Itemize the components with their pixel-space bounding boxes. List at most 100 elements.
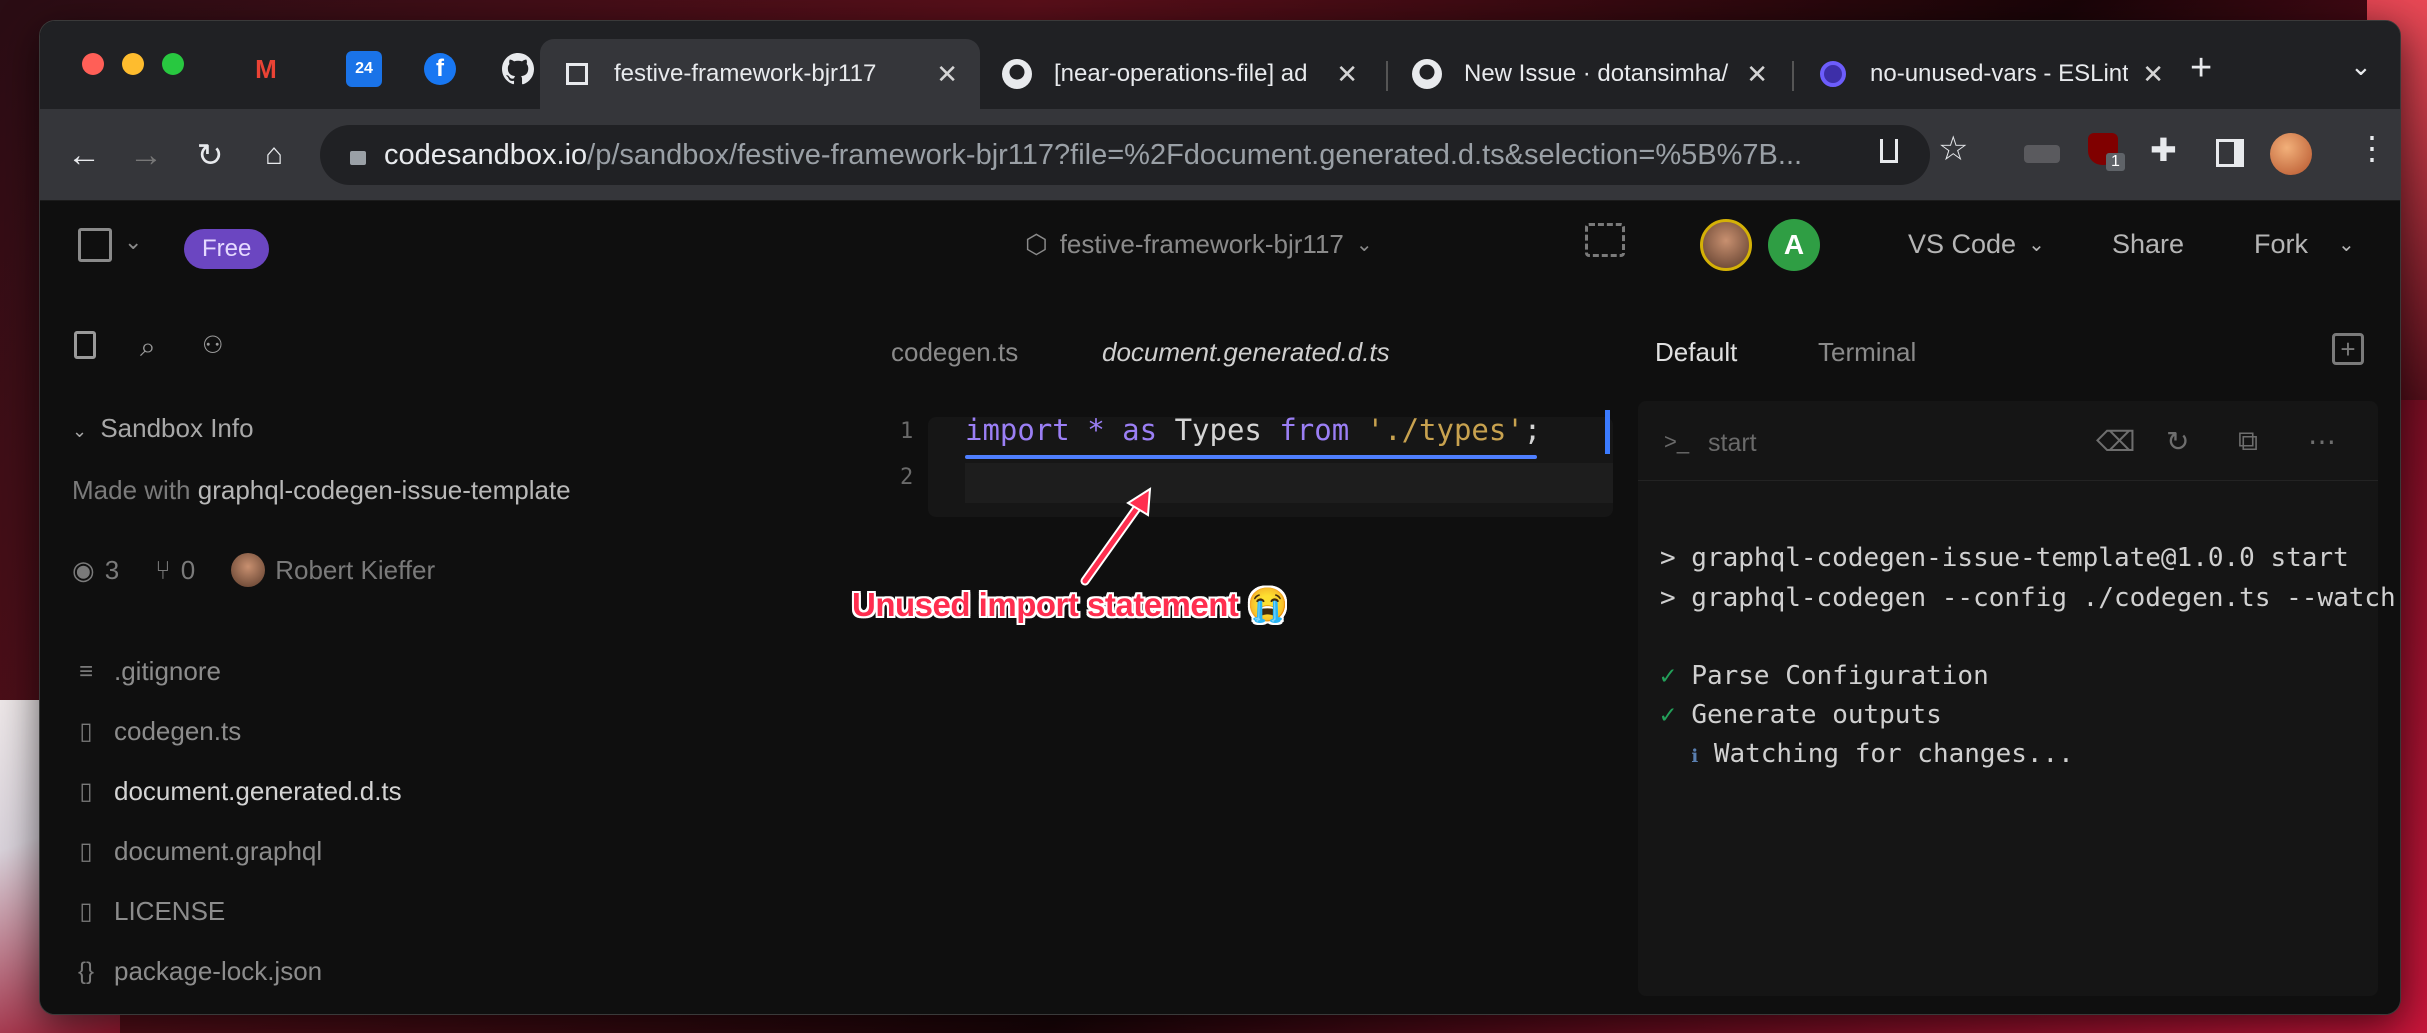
sandbox-name: festive-framework-bjr117 xyxy=(1059,229,1344,259)
editor-tab-document-generated[interactable]: document.generated.d.ts xyxy=(1102,337,1390,368)
minimize-window-button[interactable] xyxy=(122,53,144,75)
forward-button[interactable]: → xyxy=(122,131,170,179)
template-link[interactable]: graphql-codegen-issue-template xyxy=(198,475,571,505)
side-panel-icon[interactable] xyxy=(2216,139,2244,167)
github-icon xyxy=(502,53,534,85)
share-page-icon[interactable] xyxy=(1880,139,1898,163)
extensions-puzzle-icon[interactable]: ✚ xyxy=(2150,131,2177,169)
gmail-icon: M xyxy=(255,53,277,84)
panel-tab-default[interactable]: Default xyxy=(1655,337,1737,368)
tab-eslint[interactable]: no-unused-vars - ESLint ✕ xyxy=(1796,39,2186,109)
clear-icon[interactable]: ⌫ xyxy=(2096,425,2136,458)
tab-divider xyxy=(1792,61,1794,91)
close-tab-icon[interactable]: ✕ xyxy=(1336,59,1358,90)
terminal-text: Watching for changes... xyxy=(1713,739,2074,769)
keyword-import: import xyxy=(965,413,1070,447)
sandbox-info-section[interactable]: ⌄ Sandbox Info xyxy=(72,413,254,444)
chevron-down-icon: ⌄ xyxy=(2028,234,2045,256)
share-button[interactable]: Share xyxy=(2112,229,2184,260)
terminal-title: start xyxy=(1708,429,1757,457)
identifier-types: Types xyxy=(1174,413,1262,447)
token-semicolon: ; xyxy=(1523,413,1542,447)
file-item[interactable]: {} package-lock.json xyxy=(72,956,322,987)
check-icon: ✓ xyxy=(1660,700,1676,730)
sandbox-title-menu[interactable]: ⬡ festive-framework-bjr117 ⌄ xyxy=(1025,229,1373,260)
line-number: 1 xyxy=(900,419,914,444)
tab-new-issue[interactable]: New Issue · dotansimha/ ✕ xyxy=(1390,39,1790,109)
tab-title: New Issue · dotansimha/ xyxy=(1464,60,1729,87)
close-tab-icon[interactable]: ✕ xyxy=(936,59,958,90)
pinned-tab-facebook[interactable]: f xyxy=(422,51,458,87)
lock-icon xyxy=(350,151,366,165)
code-line-1[interactable]: import * as Types from './types'; xyxy=(965,413,1541,447)
plan-badge[interactable]: Free xyxy=(184,229,270,269)
close-window-button[interactable] xyxy=(82,53,104,75)
author-name[interactable]: Robert Kieffer xyxy=(275,555,435,586)
terminal-line: > graphql-codegen-issue-template@1.0.0 s… xyxy=(1660,543,2349,573)
preview-screen-icon[interactable] xyxy=(1585,223,1625,257)
tab-strip: M 24 f festive-framework-bjr117 ✕ [near-… xyxy=(40,21,2400,109)
file-item[interactable]: ▯ document.graphql xyxy=(72,836,322,867)
pinned-tab-calendar[interactable]: 24 xyxy=(346,51,382,87)
keyword-as: as xyxy=(1122,413,1158,447)
current-line-highlight xyxy=(965,463,1613,503)
file-item[interactable]: ▯ codegen.ts xyxy=(72,716,241,747)
panel-tab-terminal[interactable]: Terminal xyxy=(1818,337,1916,368)
terminal-line: ✓ Generate outputs xyxy=(1660,700,1942,730)
github-icon xyxy=(1002,59,1032,89)
bookmark-star-icon[interactable]: ☆ xyxy=(1938,129,1968,169)
check-icon: ✓ xyxy=(1660,661,1676,691)
chevron-down-icon: ⌄ xyxy=(1355,234,1373,256)
file-item[interactable]: ▯ LICENSE xyxy=(72,896,225,927)
editor-tab-codegen[interactable]: codegen.ts xyxy=(891,337,1018,368)
close-tab-icon[interactable]: ✕ xyxy=(2142,59,2164,90)
file-icon: ▯ xyxy=(79,778,93,805)
file-name: document.graphql xyxy=(114,836,323,866)
maximize-window-button[interactable] xyxy=(162,53,184,75)
restart-icon[interactable]: ↻ xyxy=(2166,425,2189,458)
chevron-down-icon[interactable]: ⌄ xyxy=(124,229,142,255)
reload-button[interactable]: ↻ xyxy=(186,131,234,179)
fork-button[interactable]: Fork ⌄ xyxy=(2254,229,2355,260)
split-icon[interactable]: ⧉ xyxy=(2238,425,2258,458)
file-item-active[interactable]: ▯ document.generated.d.ts xyxy=(72,776,401,807)
unused-import-underline xyxy=(965,455,1537,459)
file-item[interactable]: ≡ .gitignore xyxy=(72,656,221,687)
fork-count: 0 xyxy=(180,554,196,585)
sidebar: ⌕ ⚇ ⌄ Sandbox Info Made with graphql-cod… xyxy=(40,291,890,1014)
url-host: codesandbox.io xyxy=(384,138,588,171)
terminal-panel[interactable]: >_ start ⌫ ↻ ⧉ ⋯ > graphql-codegen-issue… xyxy=(1638,401,2396,996)
extension-password-icon[interactable] xyxy=(2024,145,2060,163)
search-icon[interactable]: ⌕ xyxy=(140,331,156,364)
tab-title: [near-operations-file] ad xyxy=(1054,60,1308,87)
tab-near-operations[interactable]: [near-operations-file] ad ✕ xyxy=(980,39,1380,109)
terminal-prompt-icon: >_ xyxy=(1664,429,1690,454)
profile-avatar[interactable] xyxy=(2270,133,2312,175)
tab-codesandbox[interactable]: festive-framework-bjr117 ✕ xyxy=(540,39,980,109)
codesandbox-icon xyxy=(562,59,592,89)
editor-select-menu[interactable]: VS Code ⌄ xyxy=(1908,229,2045,260)
tab-title: no-unused-vars - ESLint xyxy=(1870,60,2129,87)
pinned-tab-gmail[interactable]: M xyxy=(248,51,284,87)
more-icon[interactable]: ⋯ xyxy=(2308,425,2336,458)
calendar-icon: 24 xyxy=(355,60,373,77)
kebab-menu-icon[interactable]: ⋮ xyxy=(2356,129,2388,167)
dependencies-icon[interactable]: ⚇ xyxy=(202,331,224,360)
close-tab-icon[interactable]: ✕ xyxy=(1746,59,1768,90)
made-with-text: Made with graphql-codegen-issue-template xyxy=(72,475,571,506)
user-avatar[interactable]: A xyxy=(1768,219,1820,271)
string-literal: './types' xyxy=(1366,413,1524,447)
address-bar[interactable]: codesandbox.io/p/sandbox/festive-framewo… xyxy=(320,125,1930,185)
pinned-tab-github[interactable] xyxy=(500,51,536,87)
new-tab-button[interactable]: + xyxy=(2190,47,2212,90)
add-panel-icon[interactable]: + xyxy=(2332,333,2364,365)
tab-search-chevron-icon[interactable]: ⌄ xyxy=(2350,51,2372,82)
home-icon: ⌂ xyxy=(264,138,284,171)
eslint-icon xyxy=(1818,59,1848,89)
back-button[interactable]: ← xyxy=(60,131,108,179)
collaborator-avatar[interactable] xyxy=(1700,219,1752,271)
files-icon[interactable] xyxy=(74,331,96,359)
home-button[interactable]: ⌂ xyxy=(250,131,298,179)
app-menu-icon[interactable] xyxy=(78,228,112,262)
ublock-icon[interactable]: 1 xyxy=(2088,133,2125,171)
